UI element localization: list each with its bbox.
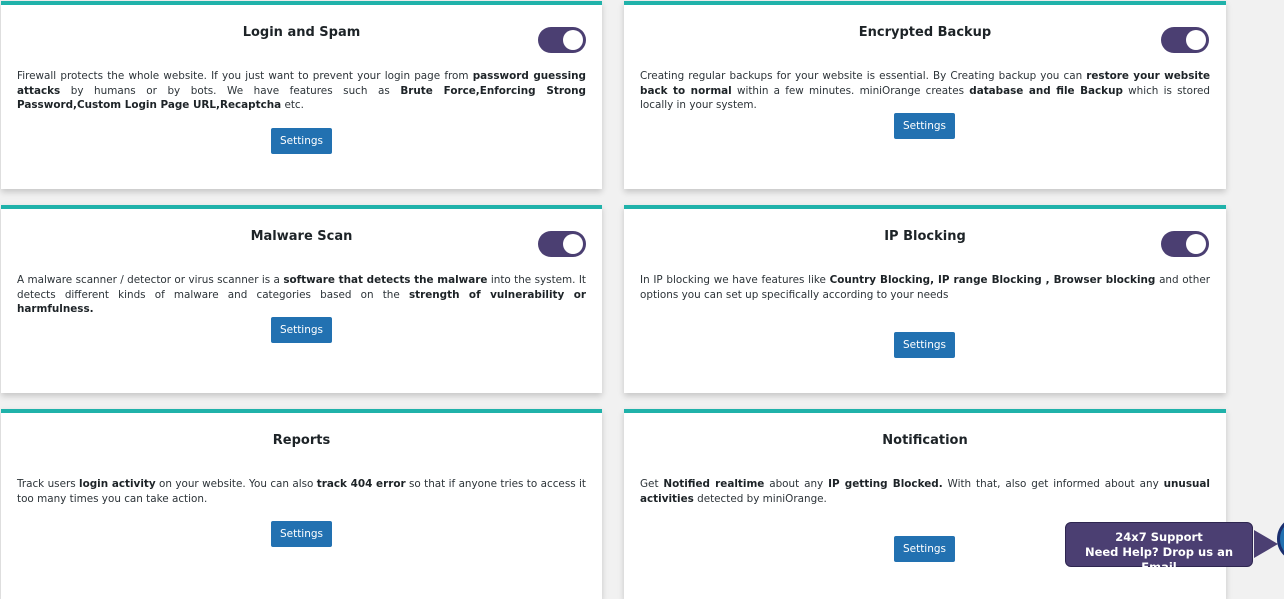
card-description: In IP blocking we have features like Cou… bbox=[640, 273, 1210, 302]
card-description: Firewall protects the whole website. If … bbox=[17, 69, 586, 113]
toggle-knob bbox=[563, 234, 583, 254]
description-highlight: login activity bbox=[79, 478, 156, 490]
description-highlight: Country Blocking, IP range Blocking , Br… bbox=[829, 274, 1156, 286]
toggle-knob bbox=[563, 30, 583, 50]
toggle-knob bbox=[1186, 234, 1206, 254]
ip-blocking-settings-button[interactable]: Settings bbox=[894, 332, 955, 358]
description-text: A malware scanner / detector or virus sc… bbox=[17, 274, 284, 286]
description-highlight: IP getting Blocked. bbox=[828, 478, 943, 490]
login-spam-toggle[interactable] bbox=[538, 27, 586, 53]
card-title: Login and Spam bbox=[242, 25, 361, 40]
description-highlight: Notified realtime bbox=[663, 478, 765, 490]
support-chat-icon[interactable] bbox=[1277, 516, 1284, 562]
support-arrow-icon bbox=[1254, 530, 1278, 558]
description-text: etc. bbox=[281, 99, 304, 111]
description-text: within a few minutes. miniOrange creates bbox=[731, 84, 970, 97]
card-reports: Reports Track users login activity on yo… bbox=[1, 409, 602, 599]
card-title: Notification bbox=[882, 433, 968, 448]
card-title: Malware Scan bbox=[250, 229, 353, 244]
description-text: Creating regular backups for your websit… bbox=[640, 70, 1087, 82]
card-description: Track users login activity on your websi… bbox=[17, 477, 586, 506]
card-description: Creating regular backups for your websit… bbox=[640, 69, 1210, 113]
description-text: Get bbox=[640, 478, 664, 490]
description-text: Track users bbox=[17, 478, 80, 490]
card-malware-scan: Malware Scan A malware scanner / detecto… bbox=[1, 205, 602, 393]
card-title: Encrypted Backup bbox=[858, 25, 992, 40]
description-text: In IP blocking we have features like bbox=[640, 274, 830, 286]
card-encrypted-backup: Encrypted Backup Creating regular backup… bbox=[624, 1, 1226, 189]
card-title: IP Blocking bbox=[884, 229, 966, 244]
support-line-2: Need Help? Drop us an Email bbox=[1084, 545, 1234, 574]
description-text: With that, also get informed about any bbox=[942, 478, 1164, 490]
ip-blocking-toggle[interactable] bbox=[1161, 231, 1209, 257]
description-text: Firewall protects the whole website. If … bbox=[17, 70, 473, 82]
description-highlight: track 404 error bbox=[316, 478, 406, 490]
malware-scan-toggle[interactable] bbox=[538, 231, 586, 257]
description-text: by humans or by bots. We have features s… bbox=[60, 84, 401, 97]
card-login-spam: Login and Spam Firewall protects the who… bbox=[1, 1, 602, 189]
login-spam-settings-button[interactable]: Settings bbox=[271, 128, 332, 154]
card-title: Reports bbox=[272, 433, 331, 448]
card-ip-blocking: IP Blocking In IP blocking we have featu… bbox=[624, 205, 1226, 393]
encrypted-backup-settings-button[interactable]: Settings bbox=[894, 113, 955, 139]
notification-settings-button[interactable]: Settings bbox=[894, 536, 955, 562]
description-highlight: software that detects the malware bbox=[283, 274, 488, 286]
encrypted-backup-toggle[interactable] bbox=[1161, 27, 1209, 53]
description-highlight: database and file Backup bbox=[969, 84, 1123, 97]
description-text: detected by miniOrange. bbox=[693, 492, 827, 505]
card-description: Get Notified realtime about any IP getti… bbox=[640, 477, 1210, 506]
support-email-button[interactable]: 24x7 Support Need Help? Drop us an Email bbox=[1065, 522, 1253, 574]
malware-scan-settings-button[interactable]: Settings bbox=[271, 317, 332, 343]
reports-settings-button[interactable]: Settings bbox=[271, 521, 332, 547]
toggle-knob bbox=[1186, 30, 1206, 50]
description-text: about any bbox=[764, 478, 829, 490]
description-text: on your website. You can also bbox=[155, 478, 317, 490]
card-description: A malware scanner / detector or virus sc… bbox=[17, 273, 586, 317]
support-line-1: 24x7 Support bbox=[1115, 530, 1203, 544]
